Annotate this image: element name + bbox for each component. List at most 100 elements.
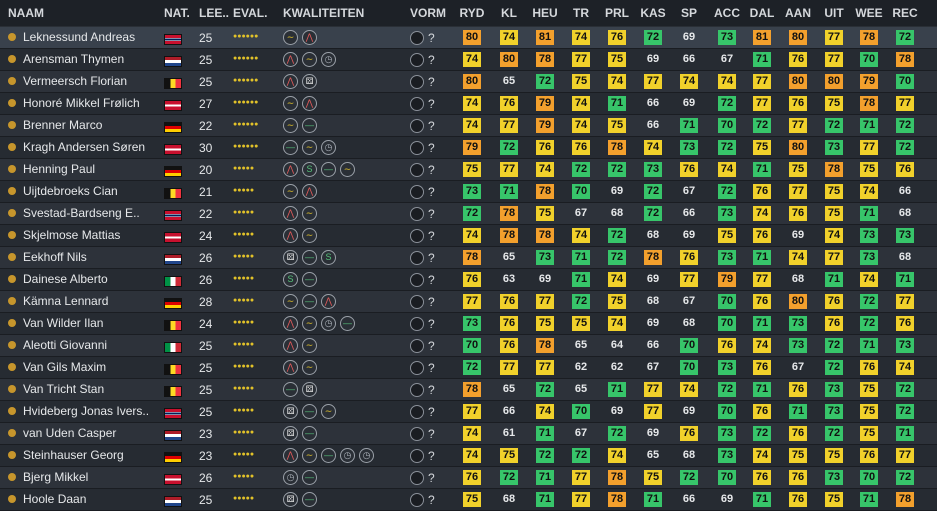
pin-icon[interactable] <box>8 142 16 151</box>
pin-icon[interactable] <box>8 472 16 481</box>
flat-quality-icon[interactable]: — <box>302 404 317 420</box>
dice-quality-icon[interactable]: ⚄ <box>283 426 298 442</box>
rider-name-cell[interactable]: Henning Paul <box>8 162 158 176</box>
pin-icon[interactable] <box>8 296 16 305</box>
dice-quality-icon[interactable]: ⚄ <box>283 492 298 508</box>
col-header-kas[interactable]: KAS <box>639 6 667 20</box>
peak-quality-icon[interactable]: ⋀ <box>302 184 317 200</box>
pin-icon[interactable] <box>8 164 16 173</box>
table-row[interactable]: Kragh Andersen Søren 30 ●●●●●● — ∼ ◷? 79 72 76 76… <box>0 137 937 159</box>
table-row[interactable]: Eekhoff Nils 26 ●●●●● ⚄ — S? 78 65 73 71 72 78 76 73 7… <box>0 247 937 269</box>
flat-quality-icon[interactable]: — <box>340 316 355 332</box>
dice-quality-icon[interactable]: ⚄ <box>283 250 298 266</box>
rider-name-cell[interactable]: Kragh Andersen Søren <box>8 140 158 154</box>
rider-name-cell[interactable]: Brenner Marco <box>8 118 158 132</box>
table-row[interactable]: Bjerg Mikkel 26 ●●●●● ◷ —? 76 72 71 77 78 75 72 70 76… <box>0 467 937 489</box>
table-row[interactable]: Leknessund Andreas 25 ●●●●●● ∼ ⋀? 80 74 81 74 76 7… <box>0 27 937 49</box>
wave-quality-icon[interactable]: ∼ <box>302 338 317 354</box>
table-row[interactable]: Hoole Daan 25 ●●●●● ⚄ —? 75 68 71 77 78 71 66 69 71 76… <box>0 489 937 511</box>
col-header-nat[interactable]: NAT. <box>164 6 190 20</box>
pin-icon[interactable] <box>8 362 16 371</box>
rider-name-cell[interactable]: Van Wilder Ilan <box>8 316 158 330</box>
dice-quality-icon[interactable]: ⚄ <box>302 382 317 398</box>
pin-icon[interactable] <box>8 54 16 63</box>
flat-quality-icon[interactable]: — <box>302 250 317 266</box>
peak-quality-icon[interactable]: ⋀ <box>283 316 298 332</box>
flat-quality-icon[interactable]: — <box>302 272 317 288</box>
peak-quality-icon[interactable]: ⋀ <box>283 228 298 244</box>
rider-name-cell[interactable]: Van Tricht Stan <box>8 382 158 396</box>
table-row[interactable]: Skjelmose Mattias 24 ●●●●● ⋀ ∼? 74 78 78 74 72 68 6… <box>0 225 937 247</box>
pin-icon[interactable] <box>8 120 16 129</box>
peak-quality-icon[interactable]: ⋀ <box>283 448 298 464</box>
table-row[interactable]: Steinhauser Georg 23 ●●●●● ⋀ ∼ — ◷ ◷? 74 75 72 72 74… <box>0 445 937 467</box>
pin-icon[interactable] <box>8 252 16 261</box>
pin-icon[interactable] <box>8 32 16 41</box>
wave-quality-icon[interactable]: ∼ <box>340 162 355 178</box>
col-header-uit[interactable]: UIT <box>820 6 848 20</box>
wave-quality-icon[interactable]: ∼ <box>283 96 298 112</box>
dice-quality-icon[interactable]: ⚄ <box>302 74 317 90</box>
rider-name-cell[interactable]: Leknessund Andreas <box>8 30 158 44</box>
pin-icon[interactable] <box>8 208 16 217</box>
flat-quality-icon[interactable]: — <box>302 426 317 442</box>
wave-quality-icon[interactable]: ∼ <box>302 140 317 156</box>
col-header-kwaliteiten[interactable]: KWALITEITEN <box>283 6 364 20</box>
wave-quality-icon[interactable]: ∼ <box>283 184 298 200</box>
col-header-aan[interactable]: AAN <box>784 6 812 20</box>
table-row[interactable]: Van Tricht Stan 25 ●●●●● — ⚄? 78 65 72 65 71 77 74 7… <box>0 379 937 401</box>
wave-quality-icon[interactable]: ∼ <box>283 118 298 134</box>
table-row[interactable]: Hvideberg Jonas Ivers.. 25 ●●●●● ⚄ — ∼? 77 66 74… <box>0 401 937 423</box>
col-header-tr[interactable]: TR <box>567 6 595 20</box>
wave-quality-icon[interactable]: ∼ <box>283 294 298 310</box>
col-header-kl[interactable]: KL <box>495 6 523 20</box>
wave-quality-icon[interactable]: ∼ <box>283 30 298 46</box>
rider-name-cell[interactable]: Aleotti Giovanni <box>8 338 158 352</box>
table-row[interactable]: Vermeersch Florian 25 ●●●●●● ⋀ ⚄? 80 65 72 75 74 7… <box>0 71 937 93</box>
rider-name-cell[interactable]: Arensman Thymen <box>8 52 158 66</box>
peak-quality-icon[interactable]: ⋀ <box>302 96 317 112</box>
flat-quality-icon[interactable]: — <box>283 382 298 398</box>
pin-icon[interactable] <box>8 274 16 283</box>
peak-quality-icon[interactable]: ⋀ <box>283 338 298 354</box>
wave-quality-icon[interactable]: ∼ <box>302 360 317 376</box>
table-row[interactable]: Aleotti Giovanni 25 ●●●●● ⋀ ∼? 70 76 78 65 64 66 70… <box>0 335 937 357</box>
peak-quality-icon[interactable]: ⋀ <box>283 206 298 222</box>
clock-quality-icon[interactable]: ◷ <box>359 448 374 464</box>
table-row[interactable]: Van Gils Maxim 25 ●●●●● ⋀ ∼? 72 77 77 62 62 67 70 73… <box>0 357 937 379</box>
pin-icon[interactable] <box>8 384 16 393</box>
col-header-ryd[interactable]: RYD <box>458 6 486 20</box>
wave-quality-icon[interactable]: ∼ <box>302 206 317 222</box>
peak-quality-icon[interactable]: ⋀ <box>283 52 298 68</box>
table-row[interactable]: Svestad-Bardseng E.. 22 ●●●●● ⋀ ∼? 72 78 75 67 68… <box>0 203 937 225</box>
pin-icon[interactable] <box>8 230 16 239</box>
rider-name-cell[interactable]: Dainese Alberto <box>8 272 158 286</box>
wave-quality-icon[interactable]: ∼ <box>302 316 317 332</box>
dice-quality-icon[interactable]: ⚄ <box>283 404 298 420</box>
table-row[interactable]: Kämna Lennard 28 ●●●●● ∼ — ⋀? 77 76 77 72 75 68 67 70… <box>0 291 937 313</box>
table-row[interactable]: Van Wilder Ilan 24 ●●●●● ⋀ ∼ ◷ —? 73 76 75 75 74 69 6… <box>0 313 937 335</box>
rider-name-cell[interactable]: Steinhauser Georg <box>8 448 158 462</box>
table-row[interactable]: Brenner Marco 22 ●●●●●● ∼ —? 74 77 79 74 75 66 71 70… <box>0 115 937 137</box>
col-header-vorm[interactable]: VORM <box>410 6 446 20</box>
rider-name-cell[interactable]: Eekhoff Nils <box>8 250 158 264</box>
rider-name-cell[interactable]: Svestad-Bardseng E.. <box>8 206 158 220</box>
flat-quality-icon[interactable]: — <box>302 118 317 134</box>
col-header-rec[interactable]: REC <box>891 6 919 20</box>
flat-quality-icon[interactable]: — <box>321 448 336 464</box>
rider-name-cell[interactable]: van Uden Casper <box>8 426 158 440</box>
flat-quality-icon[interactable]: — <box>302 492 317 508</box>
col-header-prl[interactable]: PRL <box>603 6 631 20</box>
peak-quality-icon[interactable]: ⋀ <box>283 360 298 376</box>
rider-name-cell[interactable]: Bjerg Mikkel <box>8 470 158 484</box>
wave-quality-icon[interactable]: ∼ <box>321 404 336 420</box>
pin-icon[interactable] <box>8 406 16 415</box>
col-header-sp[interactable]: SP <box>675 6 703 20</box>
pin-icon[interactable] <box>8 494 16 503</box>
col-header-wee[interactable]: WEE <box>855 6 883 20</box>
flat-quality-icon[interactable]: — <box>302 470 317 486</box>
table-row[interactable]: Honoré Mikkel Frølich 27 ●●●●●● ∼ ⋀? 74 76 79 74… <box>0 93 937 115</box>
rider-name-cell[interactable]: Uijtdebroeks Cian <box>8 184 158 198</box>
pin-icon[interactable] <box>8 340 16 349</box>
rider-name-cell[interactable]: Hoole Daan <box>8 492 158 506</box>
